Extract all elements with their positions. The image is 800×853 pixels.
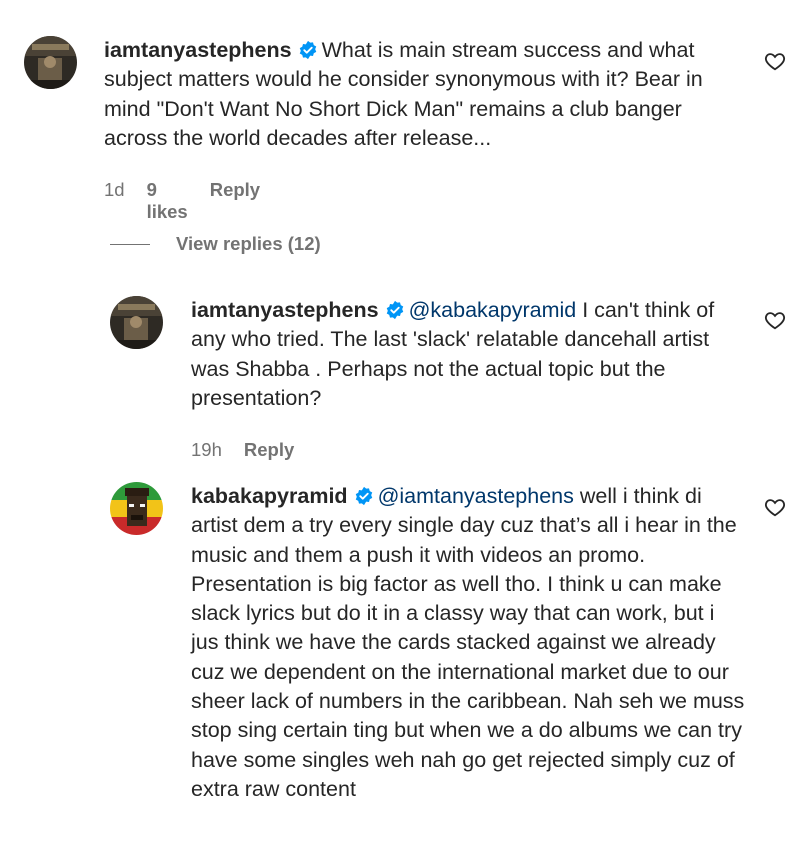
comment-text-block: iamtanyastephens What is main stream succ…: [104, 36, 744, 153]
comment-username[interactable]: kabakapyramid: [191, 484, 348, 508]
profile-photo-icon: [24, 36, 77, 89]
avatar[interactable]: [110, 296, 163, 349]
verified-badge-icon: [299, 40, 316, 60]
mention-link[interactable]: @kabakapyramid: [409, 298, 577, 322]
comment-username[interactable]: iamtanyastephens: [191, 298, 379, 322]
verified-badge-icon: [386, 300, 403, 320]
reply-button[interactable]: Reply: [244, 439, 294, 461]
comment-text: well i think di artist dem a try every s…: [191, 484, 745, 801]
heart-icon[interactable]: [764, 50, 786, 72]
profile-photo-icon: [110, 296, 163, 349]
heart-icon[interactable]: [764, 496, 786, 518]
view-replies-button[interactable]: View replies (12): [110, 233, 321, 255]
divider-line: [110, 243, 150, 245]
comment-meta: 19h Reply: [191, 439, 294, 461]
heart-icon[interactable]: [764, 309, 786, 331]
pixel-art-profile-icon: [110, 482, 163, 535]
reply-button[interactable]: Reply: [210, 179, 260, 223]
verified-badge-icon: [355, 486, 372, 506]
comment-meta: 1d 9 likes Reply: [104, 179, 260, 223]
comment-username[interactable]: iamtanyastephens: [104, 38, 292, 62]
likes-count[interactable]: 9 likes: [147, 179, 188, 223]
comment-text-block: iamtanyastephens @kabakapyramid I can't t…: [191, 296, 746, 413]
avatar[interactable]: [110, 482, 163, 535]
comment-time: 1d: [104, 179, 125, 200]
comment-text-block: kabakapyramid @iamtanyastephens well i th…: [191, 482, 746, 804]
comment-time: 19h: [191, 439, 222, 460]
view-replies-label: View replies (12): [176, 233, 321, 254]
mention-link[interactable]: @iamtanyastephens: [378, 484, 574, 508]
avatar[interactable]: [24, 36, 77, 89]
